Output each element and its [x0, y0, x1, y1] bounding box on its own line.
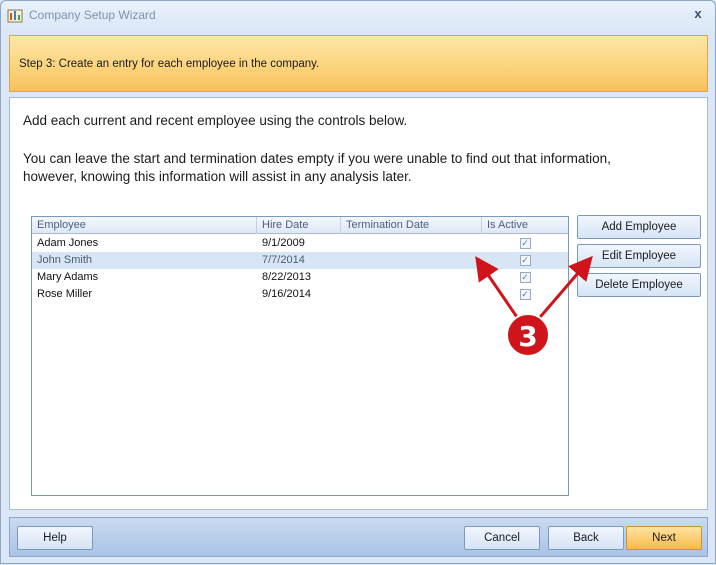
cell-termination-date: [341, 252, 482, 269]
back-button[interactable]: Back: [548, 526, 624, 550]
edit-employee-button[interactable]: Edit Employee: [577, 244, 701, 268]
table-row[interactable]: Rose Miller 9/16/2014 ✓: [32, 286, 568, 303]
cell-termination-date: [341, 235, 482, 252]
column-header-is-active[interactable]: Is Active: [482, 217, 568, 234]
checkbox-checked-icon[interactable]: ✓: [519, 289, 531, 300]
column-header-termination-date[interactable]: Termination Date: [341, 217, 482, 234]
column-header-hire-date[interactable]: Hire Date: [257, 217, 341, 234]
cell-hire-date: 9/16/2014: [262, 288, 311, 300]
step-text: Step 3: Create an entry for each employe…: [19, 57, 320, 70]
content-panel: Add each current and recent employee usi…: [9, 97, 708, 510]
cell-is-active: ✓: [482, 269, 568, 286]
cell-is-active: ✓: [482, 252, 568, 269]
cell-employee: Mary Adams: [37, 271, 99, 283]
next-button[interactable]: Next: [626, 526, 702, 550]
cell-termination-date: [341, 269, 482, 286]
cell-hire-date: 7/7/2014: [262, 254, 305, 266]
add-employee-button[interactable]: Add Employee: [577, 215, 701, 239]
delete-employee-button[interactable]: Delete Employee: [577, 273, 701, 297]
cell-employee: Adam Jones: [37, 237, 99, 249]
table-row[interactable]: Mary Adams 8/22/2013 ✓: [32, 269, 568, 286]
cell-is-active: ✓: [482, 235, 568, 252]
table-row[interactable]: Adam Jones 9/1/2009 ✓: [32, 235, 568, 252]
close-icon[interactable]: x: [691, 7, 705, 21]
employee-grid[interactable]: Employee Hire Date Termination Date Is A…: [31, 216, 569, 496]
cell-employee: Rose Miller: [37, 288, 93, 300]
wizard-window: Company Setup Wizard x Step 3: Create an…: [0, 0, 716, 564]
wizard-footer: Help Cancel Back Next: [9, 517, 708, 557]
cell-employee: John Smith: [37, 254, 93, 266]
grid-header: Employee Hire Date Termination Date Is A…: [32, 217, 568, 234]
cell-termination-date: [341, 286, 482, 303]
checkbox-checked-icon[interactable]: ✓: [519, 255, 531, 266]
table-row[interactable]: John Smith 7/7/2014 ✓: [32, 252, 568, 269]
cell-hire-date: 9/1/2009: [262, 237, 305, 249]
window-title: Company Setup Wizard: [29, 8, 156, 22]
column-header-employee[interactable]: Employee: [32, 217, 257, 234]
grid-body: Adam Jones 9/1/2009 ✓ John Smith 7/7/201…: [32, 235, 568, 303]
checkbox-checked-icon[interactable]: ✓: [519, 238, 531, 249]
cell-hire-date: 8/22/2013: [262, 271, 311, 283]
step-banner: Step 3: Create an entry for each employe…: [9, 35, 708, 92]
cancel-button[interactable]: Cancel: [464, 526, 540, 550]
cell-is-active: ✓: [482, 286, 568, 303]
instruction-line-1: Add each current and recent employee usi…: [23, 113, 408, 128]
instruction-line-2: You can leave the start and termination …: [23, 151, 611, 184]
title-bar: Company Setup Wizard x: [1, 1, 715, 29]
wizard-app-icon: [7, 9, 23, 23]
help-button[interactable]: Help: [17, 526, 93, 550]
checkbox-checked-icon[interactable]: ✓: [519, 272, 531, 283]
